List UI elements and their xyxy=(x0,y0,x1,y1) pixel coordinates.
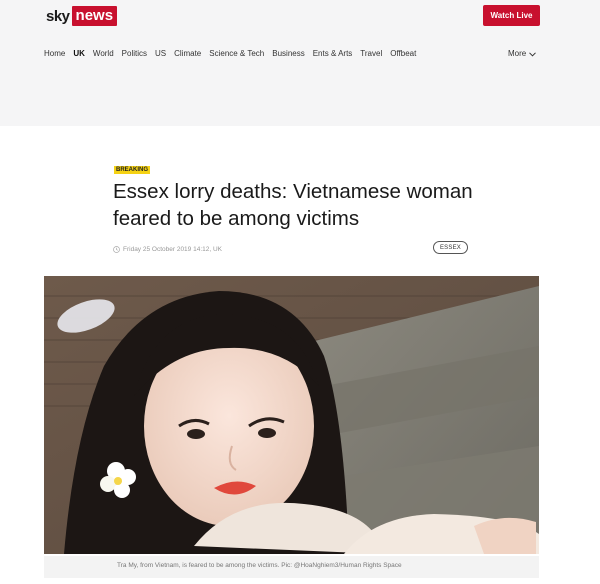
chevron-down-icon xyxy=(529,51,537,57)
nav-item-travel[interactable]: Travel xyxy=(360,47,382,61)
nav-item-science-tech[interactable]: Science & Tech xyxy=(209,47,264,61)
watch-live-button[interactable]: Watch Live xyxy=(483,5,540,26)
logo-news-text: news xyxy=(71,6,118,26)
nav-item-uk[interactable]: UK xyxy=(73,47,85,61)
more-menu-button[interactable]: More xyxy=(508,47,537,61)
main-nav: Home UK World Politics US Climate Science & Te… xyxy=(44,47,424,61)
nav-item-home[interactable]: Home xyxy=(44,47,65,61)
article-meta: Friday 25 October 2019 14:12, UK xyxy=(113,244,222,254)
nav-item-business[interactable]: Business xyxy=(272,47,304,61)
article-timestamp: Friday 25 October 2019 14:12, UK xyxy=(123,245,223,253)
topic-tag-essex[interactable]: ESSEX xyxy=(433,241,468,254)
sky-news-logo[interactable]: sky news xyxy=(46,6,118,26)
nav-item-offbeat[interactable]: Offbeat xyxy=(390,47,416,61)
nav-item-climate[interactable]: Climate xyxy=(174,47,201,61)
nav-item-world[interactable]: World xyxy=(93,47,114,61)
clock-icon xyxy=(113,245,120,253)
nav-item-ents-arts[interactable]: Ents & Arts xyxy=(313,47,353,61)
nav-item-us[interactable]: US xyxy=(155,47,166,61)
site-header: sky news Watch Live Home UK World Politics U… xyxy=(0,0,600,126)
article-photo xyxy=(44,276,539,554)
more-label: More xyxy=(508,49,527,58)
portrait-image xyxy=(44,276,539,554)
breaking-badge: BREAKING xyxy=(114,166,151,174)
photo-caption: Tra My, from Vietnam, is feared to be am… xyxy=(44,556,539,578)
logo-sky-text: sky xyxy=(46,7,70,25)
nav-item-politics[interactable]: Politics xyxy=(122,47,147,61)
article-headline: Essex lorry deaths: Vietnamese woman fea… xyxy=(113,180,473,230)
